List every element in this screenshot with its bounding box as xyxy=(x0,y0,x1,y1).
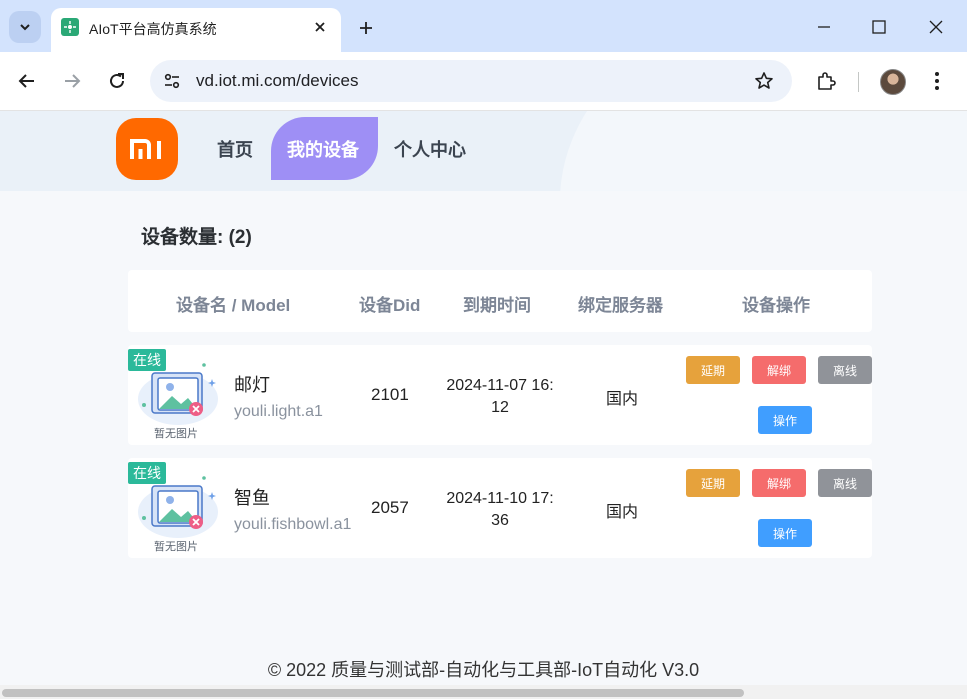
page-content: 首页 我的设备 个人中心 设备数量: (2) 设备名 / Model 设备Did… xyxy=(0,111,967,699)
device-server: 国内 xyxy=(606,391,639,408)
extend-button[interactable]: 延期 xyxy=(686,469,740,497)
site-info-button[interactable] xyxy=(160,69,184,93)
star-icon xyxy=(755,72,773,89)
device-server: 国内 xyxy=(606,504,639,521)
tab-search-button[interactable] xyxy=(9,11,41,43)
column-header: 到期时间 xyxy=(463,296,531,315)
expire-line: 36 xyxy=(491,512,509,529)
offline-button[interactable]: 离线 xyxy=(818,356,872,384)
nav-home[interactable]: 首页 xyxy=(217,136,253,162)
browser-tab[interactable]: AIoT平台高仿真系统 xyxy=(51,8,341,52)
device-did: 2057 xyxy=(371,498,409,517)
device-count: 设备数量: (2) xyxy=(141,227,252,248)
minimize-icon xyxy=(818,26,830,28)
browser-menu-button[interactable] xyxy=(925,67,949,95)
back-icon xyxy=(18,74,34,88)
column-header: 设备操作 xyxy=(742,296,810,315)
close-window-button[interactable] xyxy=(913,10,959,44)
nav-profile[interactable]: 个人中心 xyxy=(394,136,466,162)
site-info-icon xyxy=(164,73,180,89)
no-image-label: 暂无图片 xyxy=(154,428,198,440)
column-header: 绑定服务器 xyxy=(578,296,663,315)
forward-button[interactable] xyxy=(57,66,87,96)
mi-logo[interactable] xyxy=(116,118,178,180)
address-bar[interactable]: vd.iot.mi.com/devices xyxy=(150,60,792,102)
extensions-icon xyxy=(818,72,836,90)
unbind-button[interactable]: 解绑 xyxy=(752,469,806,497)
device-did: 2101 xyxy=(371,385,409,404)
unbind-button[interactable]: 解绑 xyxy=(752,356,806,384)
nav-my-devices[interactable]: 我的设备 xyxy=(287,136,359,162)
extensions-button[interactable] xyxy=(812,67,840,95)
device-name: 智鱼 xyxy=(234,488,270,508)
profile-avatar[interactable] xyxy=(880,69,906,95)
column-header: 设备名 / Model xyxy=(176,296,291,315)
device-expire-time: 2024-11-10 17: 36 xyxy=(436,488,564,532)
reload-button[interactable] xyxy=(102,66,132,96)
expire-line: 12 xyxy=(491,399,509,416)
expire-line: 2024-11-07 16: xyxy=(446,377,554,394)
table-header: 设备名 / Model 设备Did 到期时间 绑定服务器 设备操作 xyxy=(128,270,872,332)
chevron-down-icon xyxy=(20,24,30,31)
offline-button[interactable]: 离线 xyxy=(818,469,872,497)
no-image-label: 暂无图片 xyxy=(154,541,198,553)
maximize-button[interactable] xyxy=(856,10,902,44)
minimize-button[interactable] xyxy=(801,10,847,44)
back-button[interactable] xyxy=(12,66,42,96)
close-icon xyxy=(929,20,943,34)
mi-logo-icon xyxy=(130,139,161,159)
extend-button[interactable]: 延期 xyxy=(686,356,740,384)
device-model: youli.light.a1 xyxy=(234,403,323,420)
site-header: 首页 我的设备 个人中心 xyxy=(0,111,967,191)
reload-icon xyxy=(110,73,124,88)
browser-toolbar: vd.iot.mi.com/devices xyxy=(0,52,967,111)
close-tab-button[interactable] xyxy=(309,16,331,38)
table-row: 在线 暂无图片 智鱼 youli.fishbowl.a1 2057 2024-1… xyxy=(128,458,872,558)
operate-button[interactable]: 操作 xyxy=(758,519,812,547)
status-badge: 在线 xyxy=(128,349,166,371)
expire-line: 2024-11-10 17: xyxy=(446,490,554,507)
toolbar-separator xyxy=(858,72,859,92)
maximize-icon xyxy=(872,20,886,34)
device-model: youli.fishbowl.a1 xyxy=(234,516,352,533)
kebab-menu-icon xyxy=(935,72,939,90)
header-decoration xyxy=(560,111,967,191)
bookmark-button[interactable] xyxy=(752,69,776,93)
close-icon xyxy=(315,22,325,32)
forward-icon xyxy=(65,74,81,88)
page-footer: © 2022 质量与测试部-自动化与工具部-IoT自动化 V3.0 xyxy=(267,660,700,680)
favicon-icon xyxy=(61,18,79,36)
device-name: 邮灯 xyxy=(234,375,270,395)
scrollbar-thumb[interactable] xyxy=(2,689,744,697)
url-text: vd.iot.mi.com/devices xyxy=(196,71,359,90)
device-expire-time: 2024-11-07 16: 12 xyxy=(436,375,564,419)
status-badge: 在线 xyxy=(128,462,166,484)
plus-icon xyxy=(360,22,372,34)
new-tab-button[interactable] xyxy=(352,14,380,42)
column-header: 设备Did xyxy=(359,296,421,315)
table-row: 在线 暂无图片 邮灯 youli.light.a1 2101 2024-11-0… xyxy=(128,345,872,445)
tab-title: AIoT平台高仿真系统 xyxy=(89,21,217,37)
browser-tab-bar: AIoT平台高仿真系统 xyxy=(0,0,967,52)
operate-button[interactable]: 操作 xyxy=(758,406,812,434)
